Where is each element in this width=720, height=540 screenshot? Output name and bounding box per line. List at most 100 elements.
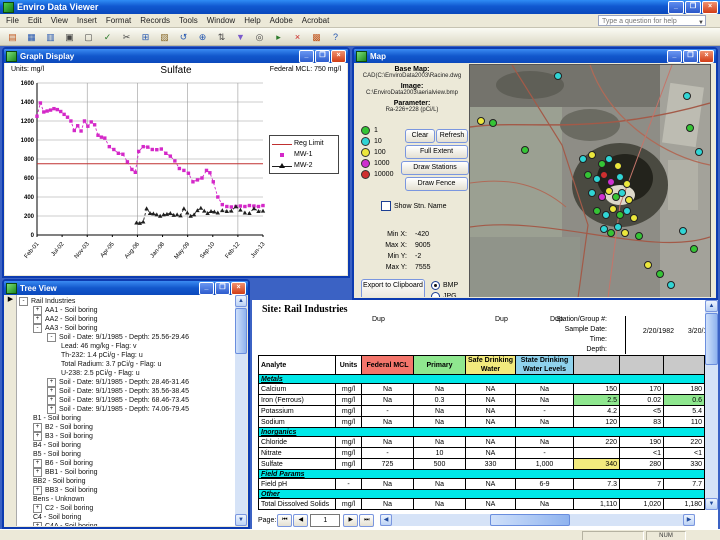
tree-item[interactable]: B5 - Soil boring (17, 450, 234, 459)
scroll-right-icon[interactable]: ▶ (683, 514, 695, 526)
tree-item[interactable]: + Soil - Date: 9/1/1985 - Depth: 68.46-73… (17, 396, 234, 405)
station-dot[interactable] (604, 155, 613, 163)
tree-item[interactable]: BB2 - Soil boring (17, 477, 234, 486)
tree-item[interactable]: +C4A - Soil boring (17, 522, 234, 526)
tree-item[interactable]: Lead: 46 mg/kg - Flag: v (17, 342, 234, 351)
station-dot[interactable] (592, 206, 601, 215)
station-dot[interactable] (685, 123, 694, 132)
help-search-input[interactable]: Type a question for help ▼ (598, 15, 706, 26)
station-dot[interactable] (579, 155, 588, 163)
aerial-map-image[interactable] (469, 64, 711, 297)
sort-ascending-icon[interactable]: ⇅ (213, 29, 230, 45)
next-page-button[interactable]: ▶ (343, 514, 359, 527)
station-dot[interactable] (583, 170, 592, 179)
station-dot[interactable] (521, 146, 530, 154)
export-icon[interactable]: ▥ (42, 29, 59, 45)
station-dot[interactable] (599, 170, 608, 179)
tree-item[interactable]: - Soil - Date: 9/1/1985 - Depth: 25.56-29… (17, 333, 234, 342)
tree-window-titlebar[interactable]: Tree View _ ❐ × (4, 281, 248, 295)
prev-page-button[interactable]: ◀ (293, 514, 309, 527)
cut-icon[interactable]: ✂ (118, 29, 135, 45)
station-dot[interactable] (623, 179, 632, 188)
expand-icon[interactable]: + (47, 378, 56, 387)
tree-item[interactable]: U-238: 2.5 pCi/g - Flag: u (17, 369, 234, 378)
collapse-icon[interactable]: - (47, 333, 56, 342)
draw-fence-button[interactable]: Draw Fence (405, 177, 468, 191)
tree-item[interactable]: B4 - Soil boring (17, 441, 234, 450)
table-scroll-thumb[interactable] (705, 313, 718, 365)
hscroll-thumb[interactable] (490, 514, 570, 526)
station-dot[interactable] (678, 227, 687, 235)
expand-icon[interactable]: + (33, 522, 42, 526)
new-record-icon[interactable]: ▸ (270, 29, 287, 45)
graph-minimize-button[interactable]: _ (299, 50, 314, 63)
expand-icon[interactable]: + (33, 423, 42, 432)
menu-item-adobe[interactable]: Adobe (270, 16, 293, 25)
tree-item[interactable]: Total Radium: 3.7 pCi/g - Flag: u (17, 360, 234, 369)
station-dot[interactable] (609, 204, 618, 213)
station-dot[interactable] (613, 222, 622, 231)
radio-icon[interactable] (431, 281, 440, 290)
station-dot[interactable] (644, 260, 652, 269)
expand-icon[interactable]: + (33, 432, 42, 441)
graph-close-button[interactable]: × (331, 50, 346, 63)
tree-item[interactable]: C4 - Soil boring (17, 513, 234, 522)
expand-icon[interactable]: + (47, 387, 56, 396)
tree-item[interactable]: B1 - Soil boring (17, 414, 234, 423)
station-dot[interactable] (476, 116, 485, 125)
find-icon[interactable]: ◎ (251, 29, 268, 45)
undo-icon[interactable]: ↺ (175, 29, 192, 45)
table-scrollbar[interactable]: ▲ ▼ (705, 300, 718, 510)
station-dot[interactable] (625, 195, 634, 204)
checkbox-icon[interactable] (381, 201, 391, 211)
hyperlink-icon[interactable]: ⊕ (194, 29, 211, 45)
radio-icon[interactable] (431, 292, 440, 297)
menu-item-file[interactable]: File (6, 16, 19, 25)
tree-item[interactable]: + AA1 - Soil boring (17, 306, 234, 315)
menu-item-window[interactable]: Window (207, 16, 235, 25)
tree-item[interactable]: + Soil - Date: 9/1/1985 - Depth: 74.06-79… (17, 405, 234, 414)
tree-item[interactable]: + Soil - Date: 9/1/1985 - Depth: 35.56-38… (17, 387, 234, 396)
database-window-icon[interactable]: ▩ (308, 29, 325, 45)
close-button[interactable]: × (702, 1, 718, 14)
station-dot[interactable] (597, 193, 606, 202)
radio-bmp[interactable]: BMP (431, 280, 458, 291)
scroll-left-icon[interactable]: ◀ (380, 514, 392, 526)
tree-item[interactable]: + B6 - Soil boring (17, 459, 234, 468)
tree-item[interactable]: + B2 - Soil boring (17, 423, 234, 432)
scroll-thumb[interactable] (235, 308, 247, 354)
tree-item[interactable]: + BB3 - Soil boring (17, 486, 234, 495)
station-dot[interactable] (634, 231, 643, 240)
menu-item-tools[interactable]: Tools (179, 16, 198, 25)
minimize-button[interactable]: _ (668, 1, 684, 14)
tree-item[interactable]: + BB1 - Soil boring (17, 468, 234, 477)
expand-icon[interactable]: + (33, 504, 42, 513)
station-dot[interactable] (588, 150, 597, 159)
map-restore-button[interactable]: ❐ (683, 50, 698, 63)
tree-item[interactable]: + C2 - Soil boring (17, 504, 234, 513)
menu-item-insert[interactable]: Insert (77, 16, 97, 25)
tree-minimize-button[interactable]: _ (199, 282, 214, 295)
expand-icon[interactable]: + (33, 306, 42, 315)
last-page-button[interactable]: ⏭ (359, 514, 375, 527)
horizontal-scrollbar[interactable]: ◀ ▶ (380, 514, 695, 526)
expand-icon[interactable]: + (33, 315, 42, 324)
tree-close-button[interactable]: × (231, 282, 246, 295)
export-to-clipboard-button[interactable]: Export to Clipboard (361, 279, 425, 297)
station-dot[interactable] (655, 269, 664, 278)
menu-item-format[interactable]: Format (106, 16, 131, 25)
table-scroll-up-icon[interactable]: ▲ (705, 300, 718, 312)
show-station-name-checkbox[interactable]: Show Stn. Name (381, 201, 447, 211)
filter-icon[interactable]: ▼ (232, 29, 249, 45)
collapse-icon[interactable]: - (33, 324, 42, 333)
graph-window-titlebar[interactable]: Graph Display _ ❐ × (4, 49, 348, 63)
draw-stations-button[interactable]: Draw Stations (401, 161, 469, 175)
station-dot[interactable] (604, 186, 613, 195)
station-dot[interactable] (623, 206, 632, 215)
expand-icon[interactable]: + (47, 405, 56, 414)
menu-item-acrobat[interactable]: Acrobat (302, 16, 330, 25)
tree-item[interactable]: + AA2 - Soil boring (17, 315, 234, 324)
expand-icon[interactable]: + (47, 396, 56, 405)
paste-icon[interactable]: ▨ (156, 29, 173, 45)
tree-scrollbar[interactable]: ▲ ▼ (235, 295, 247, 526)
